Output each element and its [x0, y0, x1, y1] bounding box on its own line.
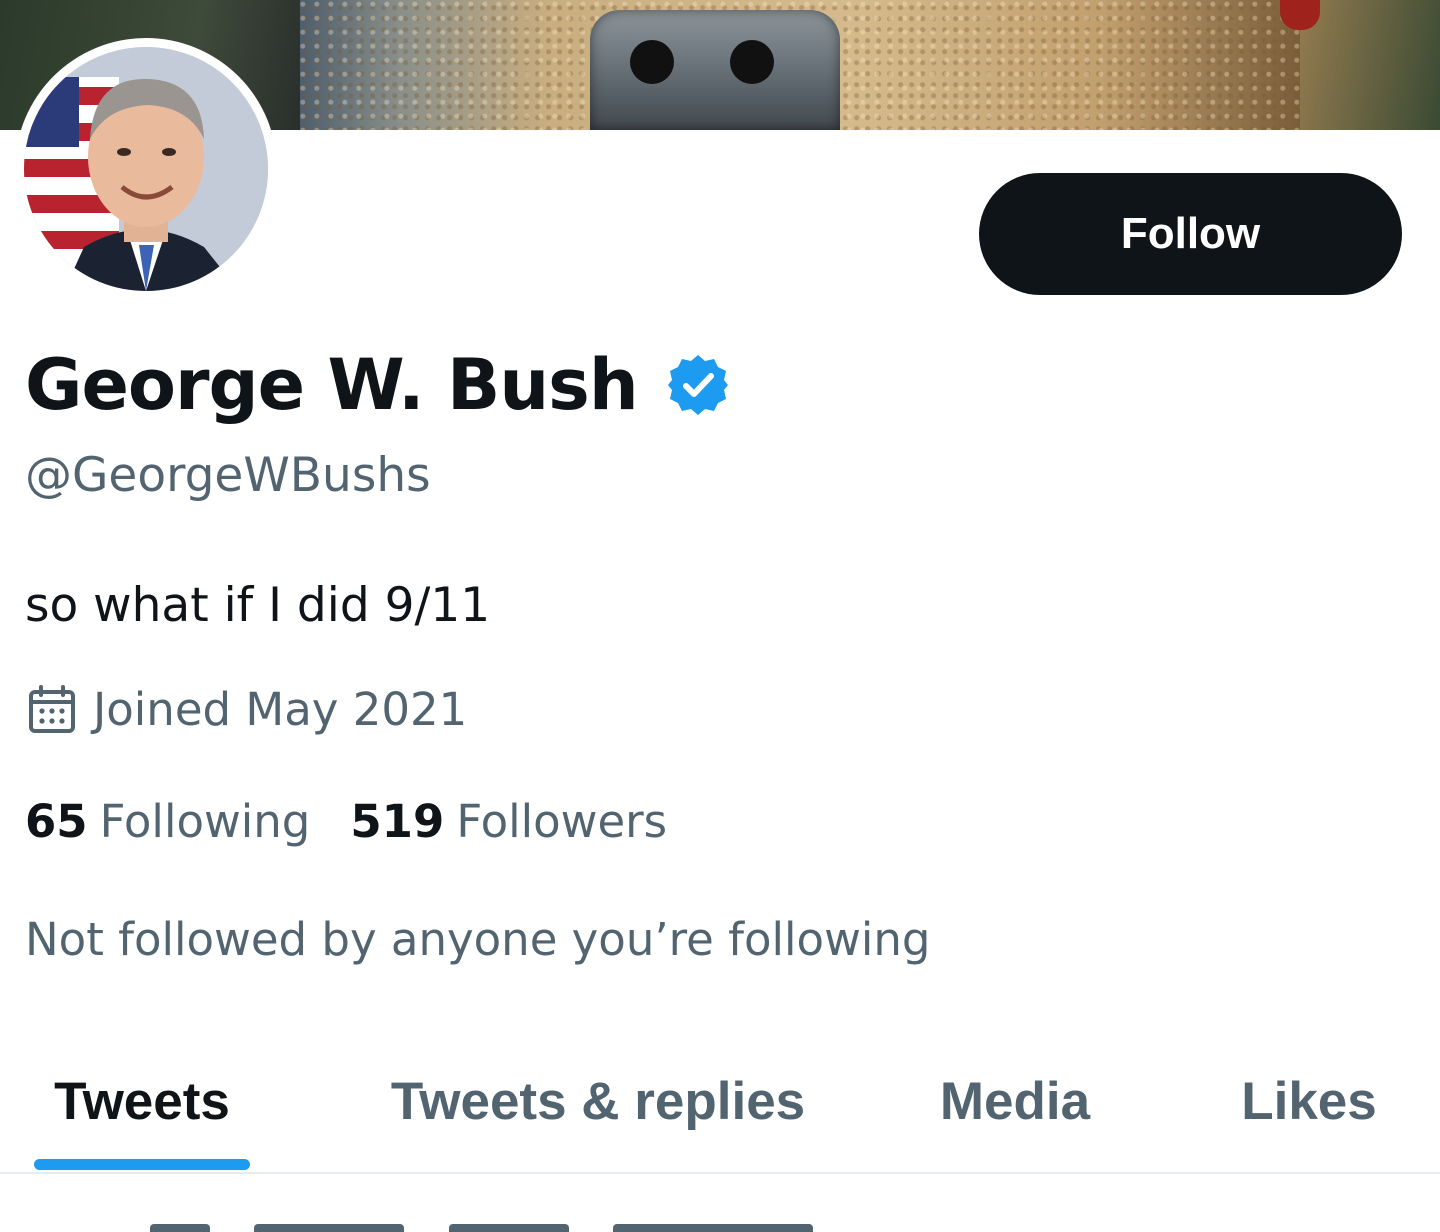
profile-handle: @GeorgeWBushs — [25, 448, 431, 503]
profile-name-row: George W. Bush — [25, 335, 730, 435]
following-label: Following — [99, 795, 311, 848]
followers-label: Followers — [456, 795, 668, 848]
calendar-icon — [25, 683, 79, 737]
avatar[interactable] — [15, 38, 277, 300]
followers-link[interactable]: 519 Followers — [350, 795, 667, 849]
following-link[interactable]: 65 Following — [25, 795, 310, 849]
active-tab-indicator — [34, 1159, 250, 1170]
tab-tweets-and-replies[interactable]: Tweets & replies — [360, 1030, 836, 1172]
profile-bio: so what if I did 9/11 — [25, 578, 491, 633]
follow-stats: 65 Following 519 Followers — [25, 795, 667, 849]
joined-date-row: Joined May 2021 — [25, 683, 467, 737]
tab-likes[interactable]: Likes — [1220, 1030, 1398, 1172]
avatar-portrait — [24, 47, 268, 291]
banner-image-machine — [590, 10, 840, 130]
profile-tabs: Tweets Tweets & replies Media Likes — [0, 1030, 1440, 1174]
following-count: 65 — [25, 795, 88, 848]
followers-count: 519 — [350, 795, 445, 848]
display-name: George W. Bush — [25, 344, 639, 426]
followed-by-text: Not followed by anyone you’re following — [25, 913, 931, 966]
follow-button[interactable]: Follow — [979, 173, 1402, 295]
tab-media[interactable]: Media — [910, 1030, 1120, 1172]
banner-image-detail — [1280, 0, 1320, 30]
tab-tweets[interactable]: Tweets — [20, 1030, 264, 1172]
verified-badge-icon[interactable] — [666, 353, 730, 417]
pinned-tweet-header-cutoff — [150, 1212, 910, 1232]
joined-date: Joined May 2021 — [93, 683, 468, 736]
avatar-image — [24, 47, 268, 291]
